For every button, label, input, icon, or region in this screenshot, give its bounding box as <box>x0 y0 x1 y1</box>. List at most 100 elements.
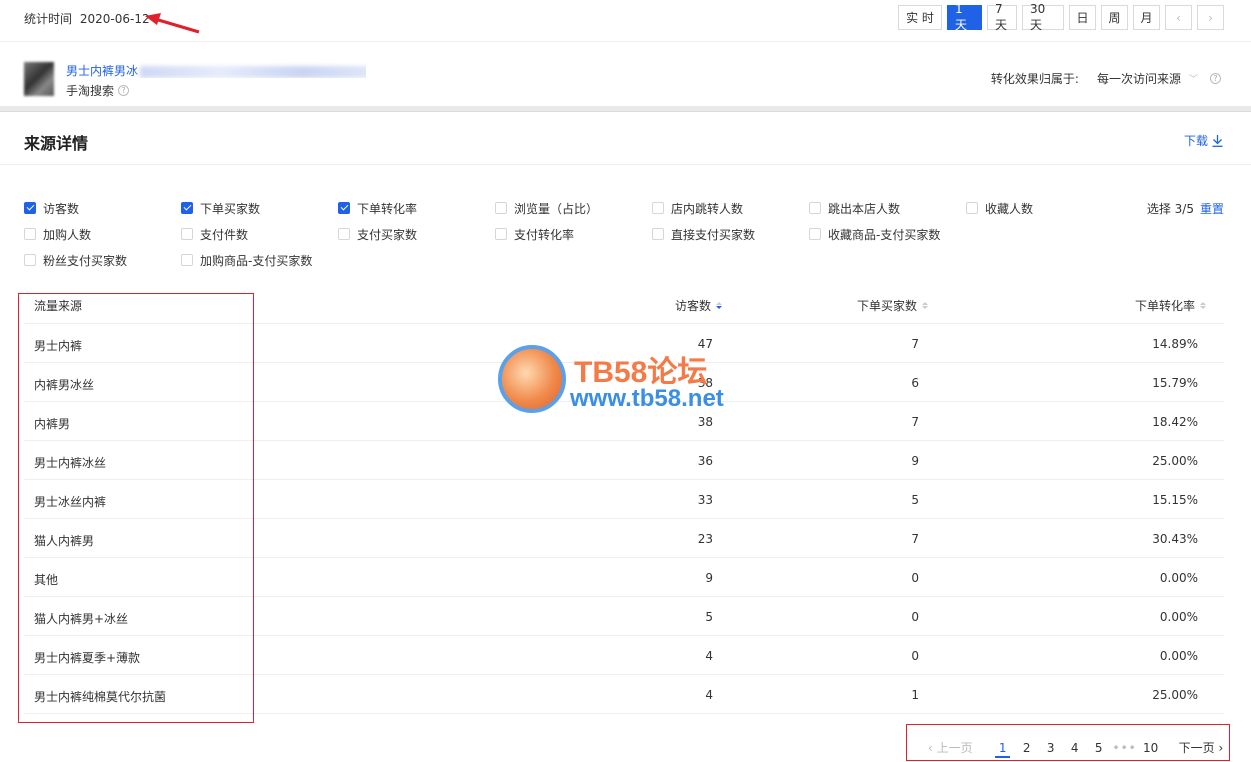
checkbox[interactable] <box>652 228 664 240</box>
metric-paid-items[interactable]: 支付件数 <box>181 224 248 244</box>
metric-label: 下单买家数 <box>200 201 261 216</box>
attribution-value: 每一次访问来源 <box>1096 72 1181 86</box>
period-week-button[interactable]: 周 <box>1101 5 1128 30</box>
metric-paid-buyers[interactable]: 支付买家数 <box>338 224 417 244</box>
metric-label: 支付买家数 <box>357 227 418 242</box>
cell-visitors: 4 <box>705 688 713 702</box>
page-2-button[interactable]: 2 <box>1015 741 1039 755</box>
checkbox[interactable] <box>809 228 821 240</box>
table-row: 男士内裤 47 7 14.89% <box>24 324 1224 363</box>
period-selector: 实 时 1天 7天 30天 日 周 月 ‹ › <box>898 2 1224 32</box>
cell-order-buyers: 7 <box>911 337 919 351</box>
period-day-button[interactable]: 日 <box>1069 5 1096 30</box>
period-1day-button[interactable]: 1天 <box>947 2 982 32</box>
section-header: 来源详情 下载 <box>0 112 1251 165</box>
sort-icon[interactable] <box>922 302 929 309</box>
download-label: 下载 <box>1183 134 1208 148</box>
checkbox[interactable] <box>495 202 507 214</box>
metric-label: 支付转化率 <box>514 227 575 242</box>
chevron-down-icon: ﹀ <box>1188 75 1198 85</box>
product-title-link[interactable]: 男士内裤男冰 <box>66 62 366 78</box>
metric-paid-conversion[interactable]: 支付转化率 <box>495 224 574 244</box>
column-header-order-buyers[interactable]: 下单买家数 <box>857 297 929 314</box>
question-icon[interactable]: ? <box>1210 73 1221 84</box>
checkbox[interactable] <box>181 254 193 266</box>
metric-row: 粉丝支付买家数 加购商品-支付买家数 <box>24 250 1224 276</box>
checkbox[interactable] <box>181 228 193 240</box>
download-button[interactable]: 下载 <box>1184 132 1223 149</box>
cell-visitors: 4 <box>705 649 713 663</box>
metric-pageviews[interactable]: 浏览量（占比） <box>495 198 598 218</box>
prev-date-button[interactable]: ‹ <box>1165 5 1192 30</box>
period-realtime-button[interactable]: 实 时 <box>898 5 942 30</box>
prev-page-button[interactable]: ‹ 上一页 <box>928 739 973 756</box>
cell-source: 男士内裤夏季+薄款 <box>34 651 141 665</box>
cell-order-conversion: 0.00% <box>1159 610 1198 624</box>
question-icon[interactable]: ? <box>118 85 130 96</box>
metric-visitors[interactable]: 访客数 <box>24 198 79 218</box>
cell-order-buyers: 6 <box>911 376 919 390</box>
stat-time-label: 统计时间 <box>24 12 73 26</box>
metric-fan-paid-buyers[interactable]: 粉丝支付买家数 <box>24 250 127 270</box>
page-10-button[interactable]: 10 <box>1139 741 1163 755</box>
sort-icon[interactable] <box>716 302 723 309</box>
cell-order-conversion: 30.43% <box>1152 532 1198 546</box>
checkbox[interactable] <box>966 202 978 214</box>
checkbox[interactable] <box>24 228 36 240</box>
checkbox[interactable] <box>24 254 36 266</box>
metric-label: 下单转化率 <box>357 201 418 216</box>
period-30day-button[interactable]: 30天 <box>1022 2 1064 32</box>
metric-label: 直接支付买家数 <box>671 227 756 242</box>
metric-row: 加购人数 支付件数 支付买家数 支付转化率 直接支付买家数 收藏商品-支付买家数 <box>24 224 1224 250</box>
metric-order-conversion[interactable]: 下单转化率 <box>338 198 417 218</box>
page-1-button[interactable]: 1 <box>991 740 1015 758</box>
metric-bounce[interactable]: 跳出本店人数 <box>809 198 900 218</box>
checkbox[interactable] <box>495 228 507 240</box>
cell-order-conversion: 15.15% <box>1152 493 1198 507</box>
cell-order-conversion: 0.00% <box>1159 571 1198 585</box>
selection-count-text: 选择 3/5 <box>1146 201 1194 216</box>
checkbox[interactable] <box>338 228 350 240</box>
metric-favorites[interactable]: 收藏人数 <box>966 198 1033 218</box>
page-3-button[interactable]: 3 <box>1039 741 1063 755</box>
metric-label: 收藏商品-支付买家数 <box>828 227 941 242</box>
next-date-button[interactable]: › <box>1197 5 1224 30</box>
metric-inshop-jumps[interactable]: 店内跳转人数 <box>652 198 743 218</box>
next-page-label: 下一页 <box>1178 741 1215 755</box>
checkbox[interactable] <box>181 202 193 214</box>
column-header-label: 下单买家数 <box>857 299 918 313</box>
period-month-button[interactable]: 月 <box>1133 5 1160 30</box>
column-header-visitors[interactable]: 访客数 <box>675 297 723 314</box>
reset-link[interactable]: 重置 <box>1200 200 1224 217</box>
cell-visitors: 36 <box>697 454 713 468</box>
pagination-ellipsis[interactable]: ••• <box>1111 741 1139 755</box>
next-page-button[interactable]: 下一页 › <box>1179 739 1224 756</box>
metric-direct-paid-buyers[interactable]: 直接支付买家数 <box>652 224 755 244</box>
product-thumbnail[interactable] <box>24 62 54 96</box>
metric-label: 店内跳转人数 <box>671 201 744 216</box>
checkbox[interactable] <box>652 202 664 214</box>
metric-add-cart[interactable]: 加购人数 <box>24 224 91 244</box>
column-header-order-conversion[interactable]: 下单转化率 <box>1135 297 1207 314</box>
metric-order-buyers[interactable]: 下单买家数 <box>181 198 260 218</box>
metric-cart-paid-buyers[interactable]: 加购商品-支付买家数 <box>181 250 312 270</box>
cell-source: 男士冰丝内裤 <box>34 495 107 509</box>
sort-icon[interactable] <box>1200 302 1207 309</box>
attribution-select[interactable]: 每一次访问来源 ﹀ <box>1097 70 1198 87</box>
checkbox[interactable] <box>338 202 350 214</box>
metric-fav-paid-buyers[interactable]: 收藏商品-支付买家数 <box>809 224 940 244</box>
metric-label: 加购商品-支付买家数 <box>200 253 313 268</box>
product-title: 男士内裤男冰 <box>66 64 139 78</box>
period-7day-button[interactable]: 7天 <box>987 2 1017 32</box>
cell-order-buyers: 7 <box>911 415 919 429</box>
table-row: 男士内裤纯棉莫代尔抗菌 4 1 25.00% <box>24 675 1224 714</box>
checkbox[interactable] <box>809 202 821 214</box>
cell-visitors: 38 <box>697 415 713 429</box>
table-row: 男士内裤夏季+薄款 4 0 0.00% <box>24 636 1224 675</box>
page-5-button[interactable]: 5 <box>1087 741 1111 755</box>
traffic-source: 手淘搜索 ? <box>66 82 130 99</box>
checkbox[interactable] <box>24 202 36 214</box>
page-4-button[interactable]: 4 <box>1063 741 1087 755</box>
metric-row: 访客数 下单买家数 下单转化率 浏览量（占比） 店内跳转人数 跳出本店人数 收藏… <box>24 198 1224 224</box>
pagination: ‹ 上一页 1 2 3 4 5 ••• 10 下一页 › <box>928 739 1224 758</box>
